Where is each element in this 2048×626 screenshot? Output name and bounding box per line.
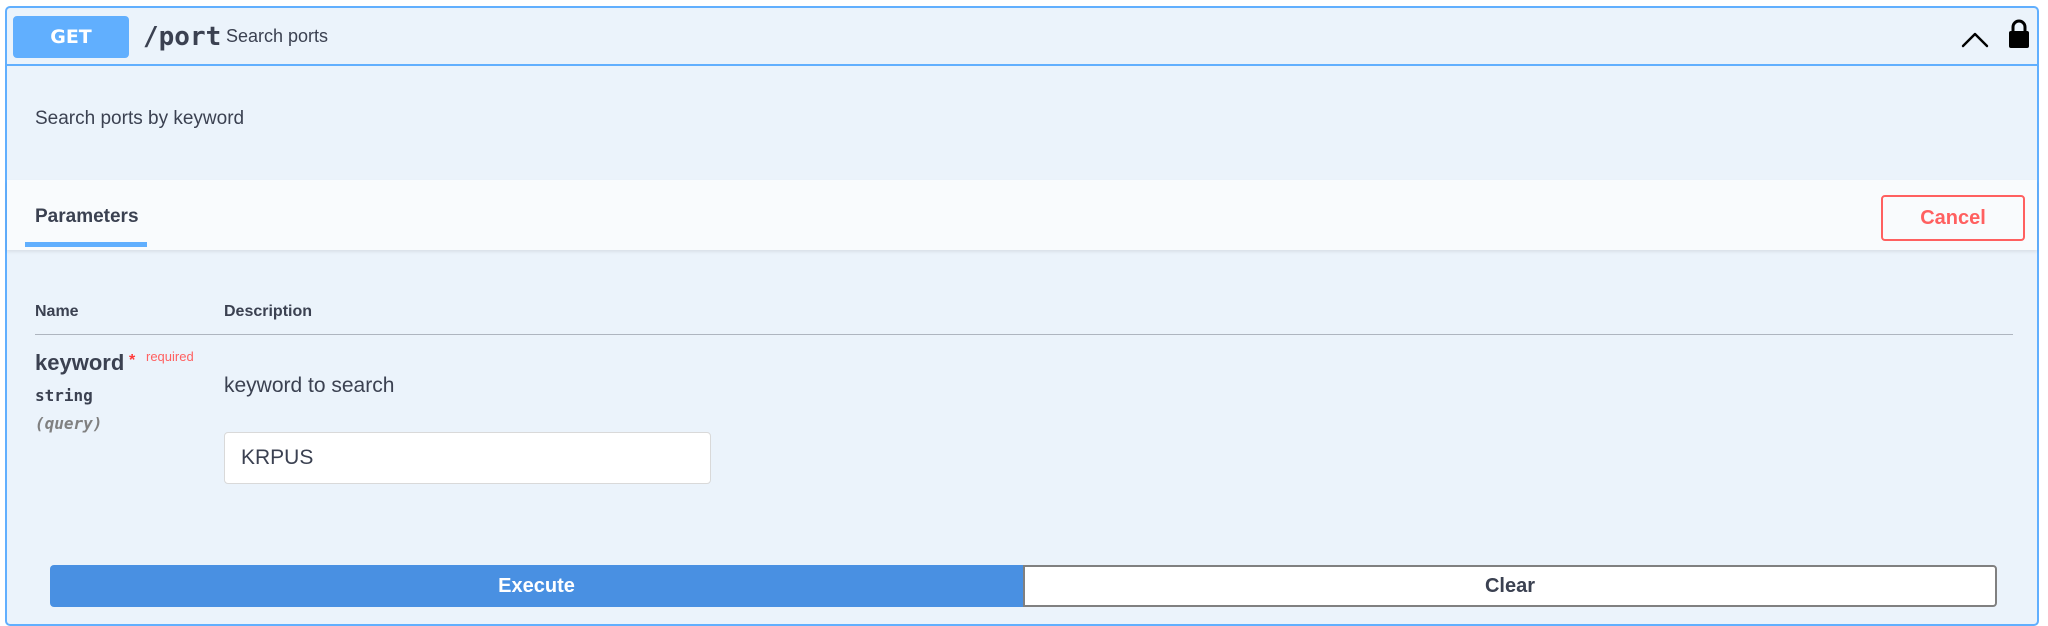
operation-summary-text: Search ports bbox=[226, 26, 329, 46]
clear-button[interactable]: Clear bbox=[1023, 565, 1997, 607]
param-location: (query) bbox=[35, 414, 103, 433]
parameters-section-header: Parameters Cancel bbox=[7, 180, 2037, 250]
param-name: keyword bbox=[35, 350, 125, 375]
cancel-button[interactable]: Cancel bbox=[1881, 195, 2025, 241]
chevron-up-icon[interactable] bbox=[1960, 28, 1990, 50]
column-header-description: Description bbox=[224, 303, 313, 320]
operation-description: Search ports by keyword bbox=[35, 108, 245, 129]
operation-summary[interactable]: GET /port Search ports bbox=[7, 8, 2037, 66]
execute-button[interactable]: Execute bbox=[50, 565, 1023, 607]
column-header-name: Name bbox=[35, 303, 79, 320]
tab-active-indicator bbox=[25, 242, 147, 247]
operation-block: GET /port Search ports Search ports by k… bbox=[5, 6, 2039, 626]
method-badge: GET bbox=[13, 16, 129, 58]
tab-parameters[interactable]: Parameters bbox=[35, 206, 139, 228]
required-marker: * bbox=[129, 352, 136, 369]
lock-icon[interactable] bbox=[2007, 18, 2031, 50]
keyword-input[interactable] bbox=[224, 432, 711, 484]
header-divider bbox=[35, 334, 2013, 335]
param-type: string bbox=[35, 386, 93, 405]
required-label: required bbox=[146, 349, 194, 364]
param-description: keyword to search bbox=[224, 374, 395, 397]
operation-path: /port bbox=[143, 22, 222, 52]
